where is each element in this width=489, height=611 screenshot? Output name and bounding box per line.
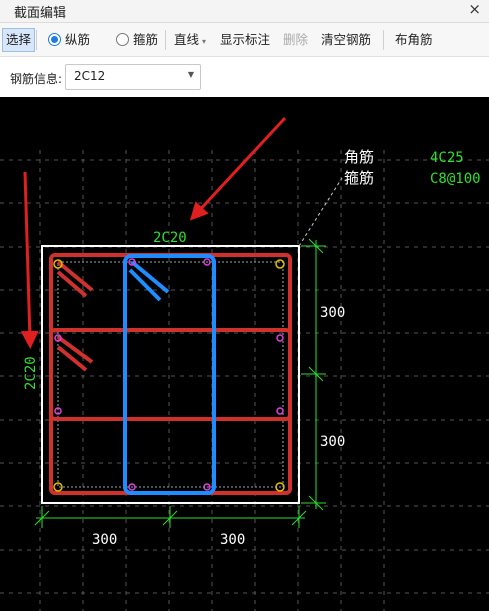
select-button[interactable]: 选择: [2, 28, 36, 52]
rebar-info-select[interactable]: 2C12 ▼: [65, 64, 201, 90]
toolbar-divider: [36, 30, 37, 50]
section-canvas[interactable]: 2C20 2C20 角筋 箍筋 4C25 C8@100 300 300 300 …: [0, 97, 489, 611]
rebar-info-value: 2C12: [74, 69, 106, 83]
chevron-down-icon: ▼: [187, 70, 194, 79]
right-dimension: [301, 238, 326, 511]
caret-down-icon: ▾: [202, 37, 207, 46]
red-arrow-left: [20, 171, 39, 349]
leader-line: [298, 177, 343, 247]
delete-button[interactable]: 删除: [283, 29, 308, 51]
show-annotation-button[interactable]: 显示标注: [220, 29, 270, 51]
rebar-info-bar: 钢筋信息: 2C12 ▼: [0, 57, 489, 97]
red-arrow-top: [189, 116, 287, 221]
stirrup-radio[interactable]: 箍筋: [116, 29, 158, 51]
stirrup-label: 箍筋: [344, 169, 374, 187]
toolbar: 选择 纵筋 箍筋 直线 ▾ 显示标注 删除 清空钢筋 布角筋: [0, 23, 489, 57]
rebar-info-label: 钢筋信息:: [10, 72, 63, 86]
corner-value: 4C25: [430, 150, 464, 166]
corner-label: 角筋: [344, 148, 374, 166]
longitudinal-radio-label: 纵筋: [65, 32, 91, 47]
red-stirrups: [49, 253, 292, 495]
line-dropdown[interactable]: 直线 ▾: [174, 29, 206, 51]
clear-rebar-button[interactable]: 清空钢筋: [321, 29, 371, 51]
line-dropdown-label: 直线: [174, 32, 200, 47]
stirrup-value: C8@100: [430, 171, 481, 187]
place-corner-button[interactable]: 布角筋: [395, 29, 433, 51]
column-outline: [41, 245, 300, 504]
stirrup-radio-label: 箍筋: [133, 32, 159, 47]
radio-checked-icon: [48, 33, 61, 46]
window-title: 截面编辑: [14, 6, 67, 21]
side-rebar-point: [276, 334, 284, 342]
top-rebar-label: 2C20: [153, 230, 187, 246]
stirrup-hook-middle-left-2: [56, 345, 88, 372]
cover-line: [57, 261, 284, 488]
horizontal-tie-stirrup: [49, 328, 292, 421]
bottom-dimension: [34, 506, 307, 528]
dimension-bottom-left: 300: [92, 532, 117, 548]
dimension-bottom-right: 300: [220, 532, 245, 548]
left-rebar-label: 2C20: [23, 356, 39, 390]
dimension-right-lower: 300: [320, 434, 345, 450]
side-rebar-point: [276, 407, 284, 415]
outer-stirrup: [49, 253, 292, 495]
longitudinal-radio[interactable]: 纵筋: [48, 29, 90, 51]
radio-unchecked-icon: [116, 33, 129, 46]
corner-rebar-point: [275, 259, 285, 269]
toolbar-divider: [165, 30, 166, 50]
toolbar-divider: [383, 30, 384, 50]
close-icon[interactable]: ×: [468, 0, 481, 18]
title-bar: 截面编辑 ×: [0, 0, 489, 23]
dimension-right-upper: 300: [320, 305, 345, 321]
